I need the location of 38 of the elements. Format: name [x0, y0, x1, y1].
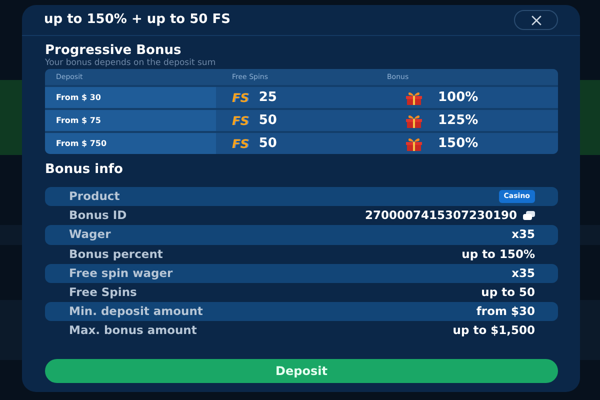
table-cell-text: 50: [258, 112, 277, 130]
gift-icon: [404, 136, 424, 150]
info-value: up to 50: [481, 284, 535, 301]
info-value: x35: [512, 226, 535, 244]
info-label: Free spin wager: [69, 264, 173, 282]
info-value: up to 150%: [462, 246, 535, 263]
close-icon: [530, 14, 542, 26]
table-cell: From $ 30: [56, 92, 101, 104]
section-subtitle: Your bonus depends on the deposit sum: [45, 58, 217, 68]
gift-icon: [404, 114, 424, 128]
deposit-button[interactable]: Deposit: [45, 358, 558, 382]
info-label: Free Spins: [69, 284, 137, 301]
gift-icon: [404, 90, 424, 104]
info-label: Product: [69, 188, 120, 205]
free-spins-logo: FS: [232, 136, 249, 152]
info-label: Wager: [69, 226, 111, 244]
info-label: Bonus percent: [69, 246, 163, 263]
table-cell-text: 150%: [438, 134, 478, 153]
section-title: Bonus info: [45, 163, 124, 177]
info-value: 2700007415307230190: [364, 207, 517, 224]
table-cell-text: 25: [258, 88, 277, 107]
table-cell: From $ 750: [56, 138, 107, 150]
dialog-title: up to 150% + up to 50 FS: [44, 11, 230, 30]
info-value: from $30: [476, 303, 535, 320]
copy-icon[interactable]: [523, 211, 535, 220]
table-cell-text: 50: [258, 134, 277, 153]
info-label: Min. deposit amount: [69, 303, 203, 320]
info-value: up to $1,500: [452, 322, 535, 340]
info-label: Bonus ID: [69, 207, 127, 224]
table-cell-text: 100%: [438, 88, 478, 107]
info-value: x35: [512, 264, 535, 282]
table-cell: From $ 75: [56, 114, 101, 126]
close-button[interactable]: [514, 10, 558, 30]
free-spins-logo: FS: [232, 112, 249, 130]
free-spins-logo: FS: [232, 90, 249, 106]
table-cell-text: 125%: [438, 112, 478, 130]
section-title: Progressive Bonus: [45, 44, 182, 58]
info-label: Max. bonus amount: [69, 322, 197, 340]
